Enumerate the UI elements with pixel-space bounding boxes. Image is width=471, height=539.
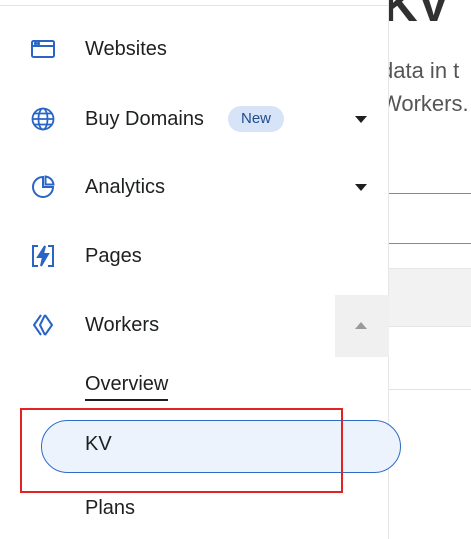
sidebar-item-label: Pages [85, 244, 142, 267]
lightning-page-icon [29, 242, 57, 270]
sidebar-item-buy-domains[interactable]: Buy Domains New [0, 93, 389, 145]
page-title: KV [389, 0, 450, 32]
sidebar-item-workers[interactable]: Workers [0, 299, 389, 351]
browser-window-icon [29, 35, 57, 63]
chevron-up-icon [355, 322, 367, 329]
globe-www-icon [29, 105, 57, 133]
chevron-down-icon[interactable] [355, 115, 367, 123]
main-content: KV data in t Workers. [389, 0, 471, 539]
sidebar-item-label: Websites [85, 37, 167, 60]
page-description: data in t Workers. [389, 54, 469, 120]
sidebar-subitem-overview[interactable]: Overview [85, 373, 169, 401]
sidebar-item-label: Analytics [85, 175, 166, 198]
divider [389, 193, 471, 194]
chevron-down-icon[interactable] [355, 183, 367, 191]
collapse-workers-button[interactable] [335, 295, 389, 357]
sidebar-subitem-plans[interactable]: Plans [85, 497, 135, 520]
workers-chevrons-icon [29, 311, 57, 339]
table-header-band [389, 268, 471, 327]
divider [389, 389, 471, 390]
sidebar-item-analytics[interactable]: Analytics [0, 161, 389, 213]
sidebar-item-label: Workers [85, 313, 160, 336]
sidebar-item-websites[interactable]: Websites [0, 23, 389, 75]
sidebar-item-label: Buy Domains [85, 107, 204, 130]
new-badge: New [228, 106, 285, 132]
pie-chart-icon [29, 173, 57, 201]
description-line-1: data in t [389, 58, 460, 83]
description-line-2: Workers. [389, 91, 469, 116]
divider [0, 5, 389, 6]
divider [389, 243, 471, 244]
highlight-annotation-box [20, 408, 343, 493]
sidebar-item-pages[interactable]: Pages [0, 230, 389, 282]
